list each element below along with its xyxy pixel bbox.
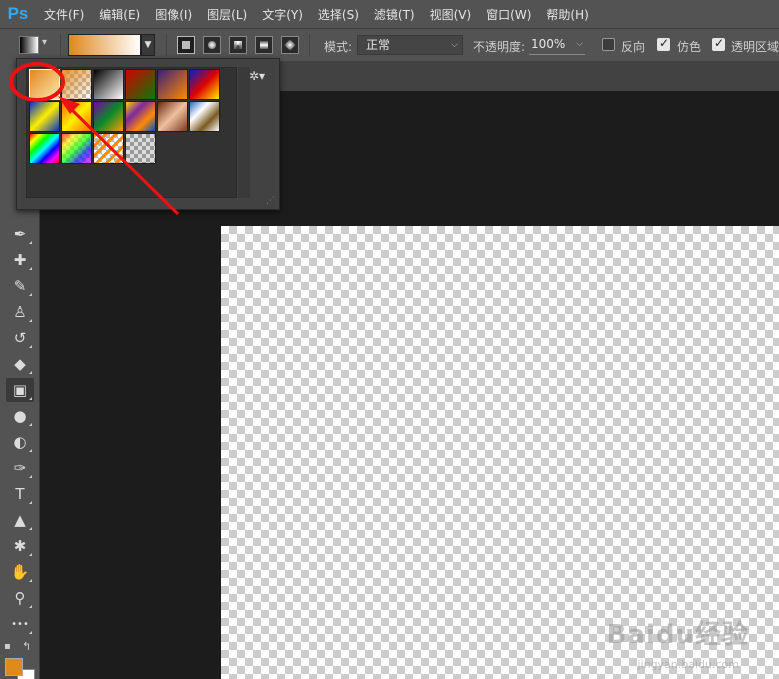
path-selection-icon[interactable]: ▲ (6, 508, 34, 532)
gradient-preset-transparent-rainbow[interactable] (61, 133, 92, 164)
gradient-preview[interactable] (68, 34, 141, 56)
gradient-dropdown-button[interactable]: ▼ (141, 34, 155, 56)
divider (166, 34, 167, 56)
foreground-color-swatch[interactable] (5, 658, 23, 676)
gradient-preset-foreground-to-transparent[interactable] (61, 69, 92, 100)
gradient-icon[interactable]: ▣ (6, 378, 34, 402)
gradient-preset-copper[interactable] (157, 101, 188, 132)
reverse-checkbox[interactable] (602, 38, 615, 51)
default-colors-icon[interactable]: ▪ (4, 641, 11, 652)
gradient-preset-orange-yellow-orange[interactable] (61, 101, 92, 132)
dither-checkbox[interactable] (657, 36, 670, 51)
gradient-preset-black-white[interactable] (93, 69, 124, 100)
gradient-preset-transparent-stripes[interactable] (93, 133, 124, 164)
menu-layer[interactable]: 图层(L) (207, 6, 247, 23)
menu-image[interactable]: 图像(I) (155, 6, 192, 23)
type-icon[interactable]: T (6, 482, 34, 506)
gradient-preset-violet-green-orange[interactable] (93, 101, 124, 132)
gradient-preset-foreground-to-background[interactable] (29, 69, 60, 100)
swap-colors-icon[interactable]: ↰ (22, 640, 31, 653)
gradient-preset-chrome[interactable] (189, 101, 220, 132)
menu-filter[interactable]: 滤镜(T) (374, 6, 415, 23)
gradient-preset-yellow-violet-orange-blue[interactable] (125, 101, 156, 132)
photoshop-window: Ps 文件(F) 编辑(E) 图像(I) 图层(L) 文字(Y) 选择(S) 滤… (0, 0, 779, 679)
pen-icon[interactable]: ✑ (6, 456, 34, 480)
menu-help[interactable]: 帮助(H) (546, 6, 588, 23)
opacity-input[interactable]: 100% ⌵ (529, 35, 585, 55)
gradient-preset-blue-yellow-blue[interactable] (29, 101, 60, 132)
more-tools-icon[interactable]: ••• (6, 612, 34, 636)
menu-window[interactable]: 窗口(W) (486, 6, 531, 23)
brush-icon[interactable]: ✎ (6, 274, 34, 298)
eraser-icon[interactable]: ◆ (6, 352, 34, 376)
mode-label: 模式: (324, 40, 353, 54)
diamond-gradient-button[interactable] (281, 36, 299, 54)
popup-scrollbar[interactable] (238, 67, 250, 198)
reflected-gradient-button[interactable] (255, 36, 273, 54)
menu-select[interactable]: 选择(S) (318, 6, 359, 23)
tool-preset-picker[interactable] (19, 36, 39, 54)
watermark-url: jingyan.baidu.com (637, 658, 739, 671)
transparency-checkbox[interactable] (712, 36, 725, 51)
divider (60, 34, 61, 56)
divider (309, 34, 310, 56)
dodge-icon[interactable]: ◐ (6, 430, 34, 454)
radial-gradient-button[interactable] (203, 36, 221, 54)
mode-select[interactable]: 正常 ⌵ (357, 35, 463, 55)
menu-edit[interactable]: 编辑(E) (99, 6, 140, 23)
reverse-label: 反向 (621, 40, 646, 54)
mode-value: 正常 (366, 38, 391, 52)
options-bar: ▾ ▼ 模式: 正常 ⌵ 不透明度: 100% ⌵ 反向 仿色 透明区域 (0, 28, 779, 61)
chevron-down-icon[interactable]: ▾ (42, 37, 47, 48)
menu-file[interactable]: 文件(F) (44, 6, 84, 23)
chevron-down-icon: ⌵ (576, 39, 583, 49)
gradient-preset-blue-red-yellow[interactable] (189, 69, 220, 100)
gradient-preset-spectrum[interactable] (29, 133, 60, 164)
zoom-icon[interactable]: ⚲ (6, 586, 34, 610)
gradient-preset-grid (26, 67, 237, 198)
menu-type[interactable]: 文字(Y) (262, 6, 303, 23)
ps-logo-icon: Ps (7, 4, 29, 23)
watermark: Baidu经验 (606, 620, 749, 650)
transparency-label: 透明区域 (731, 40, 779, 54)
resize-grip-icon[interactable]: ⋰ (266, 196, 275, 206)
gradient-picker-popup: ✲▾ ⋰ (16, 58, 280, 210)
healing-brush-icon[interactable]: ✚ (6, 248, 34, 272)
clone-stamp-icon[interactable]: ♙ (6, 300, 34, 324)
gradient-preset-violet-orange[interactable] (157, 69, 188, 100)
transparent-canvas[interactable]: Baidu经验 jingyan.baidu.com (221, 226, 779, 679)
menu-view[interactable]: 视图(V) (430, 6, 472, 23)
history-brush-icon[interactable]: ↺ (6, 326, 34, 350)
dither-label: 仿色 (677, 40, 702, 54)
gear-icon[interactable]: ✲▾ (249, 69, 265, 83)
opacity-value: 100% (531, 37, 566, 51)
angle-gradient-button[interactable] (229, 36, 247, 54)
gradient-preset-red-green[interactable] (125, 69, 156, 100)
hand-icon[interactable]: ✋ (6, 560, 34, 584)
linear-gradient-button[interactable] (177, 36, 195, 54)
opacity-label: 不透明度: (473, 40, 526, 54)
blur-icon[interactable]: ● (6, 404, 34, 428)
custom-shape-icon[interactable]: ✱ (6, 534, 34, 558)
eyedropper-icon[interactable]: ✒ (6, 222, 34, 246)
chevron-down-icon: ▼ (144, 40, 152, 50)
gradient-preset-neutral-density[interactable] (125, 133, 156, 164)
menu-bar: Ps 文件(F) 编辑(E) 图像(I) 图层(L) 文字(Y) 选择(S) 滤… (0, 0, 779, 28)
chevron-down-icon: ⌵ (451, 40, 458, 50)
